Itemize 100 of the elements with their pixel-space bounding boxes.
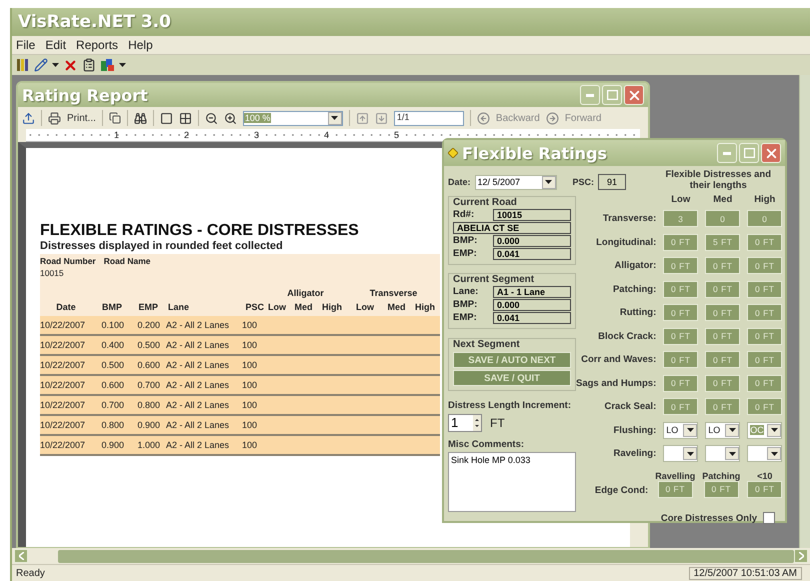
binoculars-icon[interactable] xyxy=(134,112,147,124)
scrollbar-thumb[interactable] xyxy=(58,550,794,562)
distress-length-field[interactable]: 3 xyxy=(663,210,698,228)
window-title: Flexible Ratings xyxy=(462,144,608,162)
page-up-icon[interactable] xyxy=(356,112,369,124)
distress-length-field[interactable]: 0 FT xyxy=(663,304,698,322)
severity-dropdown[interactable] xyxy=(705,445,740,462)
distress-length-field[interactable]: 0 FT xyxy=(747,280,782,298)
distress-length-field[interactable]: 0 FT xyxy=(658,480,693,498)
table-cell-text: 100 xyxy=(241,360,258,370)
distress-length-field[interactable]: 0 FT xyxy=(747,234,782,251)
field-value: 0.041 xyxy=(493,248,571,260)
distress-length-field[interactable]: 0 FT xyxy=(747,257,782,274)
multi-page-icon[interactable] xyxy=(178,112,192,124)
distress-length-field[interactable]: 0 FT xyxy=(663,351,698,368)
print-button[interactable]: Print... xyxy=(67,112,96,124)
table-cell-text: 0.800 xyxy=(100,420,125,430)
severity-dropdown[interactable] xyxy=(663,445,698,462)
menu-item[interactable]: Reports xyxy=(76,38,118,52)
column-header: High xyxy=(321,302,343,312)
distress-label: Raveling: xyxy=(612,448,656,460)
close-button[interactable] xyxy=(761,143,781,163)
copy-icon[interactable] xyxy=(108,112,121,124)
date-picker[interactable]: 12/ 5/2007 xyxy=(474,174,557,190)
distress-length-field[interactable]: 0 FT xyxy=(704,480,739,498)
menu-item[interactable]: Help xyxy=(128,38,153,52)
zoom-out-icon[interactable] xyxy=(204,112,218,124)
core-only-checkbox[interactable] xyxy=(763,512,775,524)
distress-length-field[interactable]: 0 FT xyxy=(747,374,782,392)
distress-length-field[interactable]: 0 FT xyxy=(747,351,782,368)
menu-item[interactable]: File xyxy=(16,38,36,52)
menu-item[interactable]: Edit xyxy=(45,38,66,52)
increment-spinner[interactable]: 1 xyxy=(448,414,482,432)
distress-length-field[interactable]: 0 FT xyxy=(705,351,740,368)
severity-dropdown[interactable]: LO xyxy=(705,422,740,439)
distress-length-field[interactable]: 0 FT xyxy=(663,234,698,251)
severity-dropdown[interactable]: OC xyxy=(747,422,782,439)
distress-length-field[interactable]: 0 xyxy=(747,210,782,228)
colored-blocks-icon[interactable] xyxy=(100,58,115,72)
distress-length-field[interactable]: 0 FT xyxy=(663,374,698,392)
caret-icon xyxy=(545,180,552,184)
distress-length-field[interactable]: 0 FT xyxy=(663,280,698,298)
distress-length-field[interactable]: 0 FT xyxy=(705,374,740,392)
psc-label: PSC: xyxy=(572,177,594,187)
column-header: Low xyxy=(355,302,375,312)
zoom-in-icon[interactable] xyxy=(224,112,237,124)
column-header: PSC xyxy=(244,302,264,312)
page-down-icon[interactable] xyxy=(374,112,388,124)
distress-length-field[interactable]: 0 FT xyxy=(747,480,782,498)
table-cell-text: 0.700 xyxy=(136,380,161,390)
scroll-right-button[interactable] xyxy=(794,549,808,563)
distress-length-field[interactable]: 0 FT xyxy=(663,328,698,345)
save-button[interactable]: SAVE / AUTO NEXT xyxy=(453,352,571,368)
table-cell-text: 0.700 xyxy=(100,400,125,410)
forward-icon[interactable] xyxy=(546,112,559,124)
table-cell-text: 10/22/2007 xyxy=(40,400,86,410)
distress-length-field[interactable]: 0 FT xyxy=(705,257,740,274)
scroll-left-button[interactable] xyxy=(14,549,28,563)
distress-length-field[interactable]: 0 FT xyxy=(747,328,782,345)
printer-icon[interactable] xyxy=(48,112,61,124)
diamond-icon xyxy=(448,148,458,158)
forward-button[interactable]: Forward xyxy=(564,112,602,124)
ruler-number: 5 xyxy=(394,130,400,140)
distress-length-field[interactable]: 5 FT xyxy=(705,234,740,251)
severity-dropdown[interactable]: LO xyxy=(663,422,698,439)
export-icon[interactable] xyxy=(22,112,35,124)
page-field[interactable]: 1/1 xyxy=(394,110,464,126)
spin-arrows-icon[interactable] xyxy=(473,415,481,431)
save-button[interactable]: SAVE / QUIT xyxy=(453,370,571,386)
zoom-dropdown[interactable]: 100 % xyxy=(242,110,343,126)
close-button[interactable] xyxy=(624,85,644,105)
distress-length-field[interactable]: 0 FT xyxy=(747,304,782,322)
single-page-icon[interactable] xyxy=(160,112,173,124)
distress-length-field[interactable]: 0 FT xyxy=(705,280,740,298)
clipboard-icon[interactable] xyxy=(82,58,96,72)
severity-dropdown[interactable] xyxy=(747,445,782,462)
table-cell-text: 0.200 xyxy=(136,320,161,330)
distress-length-field[interactable]: 0 xyxy=(705,210,740,228)
distress-length-field[interactable]: 0 FT xyxy=(747,398,782,416)
distress-length-field[interactable]: 0 FT xyxy=(705,328,740,345)
column-header: Lane xyxy=(167,302,190,312)
delete-icon[interactable] xyxy=(63,58,78,72)
comments-field[interactable]: Sink Hole MP 0.033 xyxy=(448,452,576,512)
column-group-header: Alligator xyxy=(286,288,325,298)
caret-icon xyxy=(52,63,59,67)
back-icon[interactable] xyxy=(476,112,490,124)
books-icon[interactable] xyxy=(16,58,30,72)
backward-button[interactable]: Backward xyxy=(496,112,540,124)
chevron-right-icon xyxy=(798,552,804,560)
distress-length-field[interactable]: 0 FT xyxy=(705,398,740,416)
status-text: Ready xyxy=(16,568,45,578)
pencil-icon[interactable] xyxy=(34,58,48,72)
vertical-scrollbar[interactable] xyxy=(799,75,810,548)
caret-icon xyxy=(331,116,338,120)
distress-length-field[interactable]: 0 FT xyxy=(663,398,698,416)
distress-length-field[interactable]: 0 FT xyxy=(663,257,698,274)
caret-icon xyxy=(728,428,736,432)
comments-label: Misc Comments: xyxy=(448,439,524,450)
caret-icon xyxy=(728,452,736,456)
distress-length-field[interactable]: 0 FT xyxy=(705,304,740,322)
